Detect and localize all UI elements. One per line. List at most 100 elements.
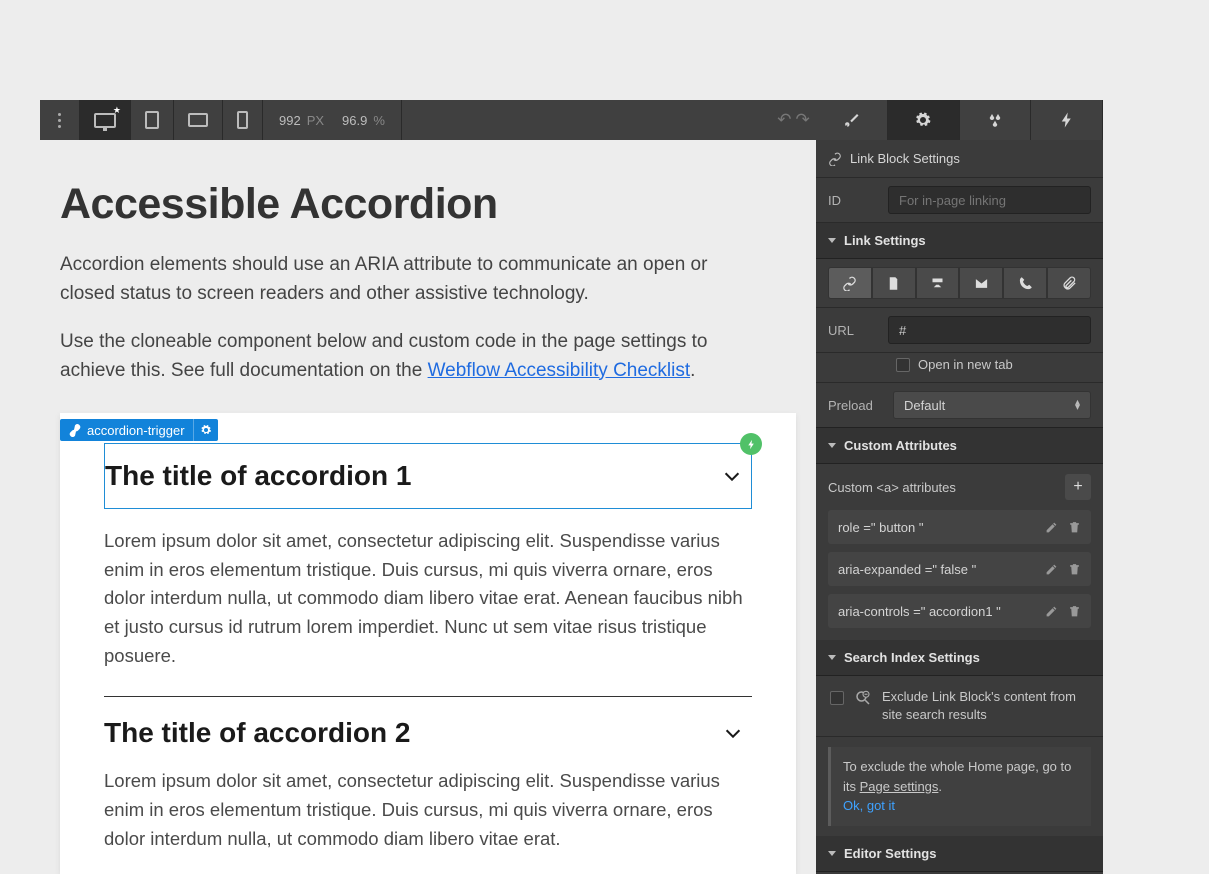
tab-style[interactable] <box>816 100 888 140</box>
preload-label: Preload <box>828 398 883 413</box>
caret-down-icon <box>828 443 836 448</box>
link-icon <box>828 152 842 166</box>
checkbox[interactable] <box>896 358 910 372</box>
link-type-email[interactable] <box>959 267 1003 299</box>
intro-text-end: . <box>690 360 695 381</box>
device-desktop[interactable] <box>80 100 131 140</box>
bolt-icon <box>1058 111 1076 129</box>
canvas-width: 992 <box>279 113 301 128</box>
phone-icon <box>237 111 248 129</box>
checklist-link[interactable]: Webflow Accessibility Checklist <box>428 360 691 381</box>
selection-badge-label: accordion-trigger <box>87 423 185 438</box>
selection-gear-button[interactable] <box>193 419 218 441</box>
page-icon <box>886 276 901 291</box>
accordion-trigger-2[interactable]: The title of accordion 2 <box>104 697 752 767</box>
editor-settings-header[interactable]: Editor Settings <box>816 836 1103 872</box>
device-phone[interactable] <box>223 100 263 140</box>
interaction-badge[interactable] <box>740 433 762 455</box>
phone-icon <box>1018 276 1033 291</box>
info-text-b: . <box>938 779 942 794</box>
tab-interactions[interactable] <box>1031 100 1103 140</box>
edit-icon[interactable] <box>1045 605 1058 618</box>
menu-dots[interactable] <box>40 100 80 140</box>
device-tablet-landscape[interactable] <box>174 100 223 140</box>
attribute-text: role =" button " <box>838 520 923 535</box>
top-toolbar: 992 PX 96.9 % ↶ ↷ ✓ Publish ⌄ <box>40 100 1103 140</box>
search-info-box: To exclude the whole Home page, go to it… <box>828 747 1091 826</box>
tablet-landscape-icon <box>188 113 208 127</box>
custom-attributes-label: Custom Attributes <box>844 438 957 453</box>
desktop-icon <box>94 113 116 128</box>
accordion-trigger-1[interactable]: The title of accordion 1 <box>104 443 752 509</box>
edit-icon[interactable] <box>1045 521 1058 534</box>
editor-settings-label: Editor Settings <box>844 846 936 861</box>
attribute-text: aria-expanded =" false " <box>838 562 976 577</box>
undo-button[interactable]: ↶ <box>777 110 791 130</box>
exclude-label: Exclude Link Block's content from site s… <box>882 688 1089 724</box>
exclude-search-row[interactable]: Exclude Link Block's content from site s… <box>816 676 1103 737</box>
open-new-tab-row[interactable]: Open in new tab <box>816 353 1103 383</box>
attribute-text: aria-controls =" accordion1 " <box>838 604 1001 619</box>
zoom-value: 96.9 <box>342 113 367 128</box>
redo-button[interactable]: ↷ <box>795 110 809 130</box>
brush-icon <box>842 111 860 129</box>
gear-icon <box>914 111 932 129</box>
add-attribute-button[interactable]: + <box>1065 474 1091 500</box>
tab-settings[interactable] <box>888 100 960 140</box>
caret-down-icon <box>828 655 836 660</box>
zoom-unit: % <box>373 113 385 128</box>
canvas-unit: PX <box>307 113 324 128</box>
canvas[interactable]: Accessible Accordion Accordion elements … <box>40 140 816 874</box>
selection-badge[interactable]: accordion-trigger <box>60 419 218 441</box>
device-tablet[interactable] <box>131 100 174 140</box>
preload-row: Preload Default ▴▾ <box>816 383 1103 428</box>
tablet-icon <box>145 111 159 129</box>
checkbox[interactable] <box>830 691 844 705</box>
right-panel-tabs <box>816 100 1103 140</box>
link-type-tabs <box>816 259 1103 308</box>
link-icon <box>842 276 857 291</box>
url-field-row: URL <box>816 308 1103 353</box>
attribute-row[interactable]: role =" button " <box>828 510 1091 544</box>
accordion-1-title: The title of accordion 1 <box>105 460 411 492</box>
page-settings-link[interactable]: Page settings <box>860 779 939 794</box>
caret-down-icon <box>828 851 836 856</box>
link-type-file[interactable] <box>1047 267 1091 299</box>
select-caret-icon: ▴▾ <box>1075 400 1080 410</box>
link-type-phone[interactable] <box>1003 267 1047 299</box>
id-input[interactable] <box>888 186 1091 214</box>
accordion-1-body: Lorem ipsum dolor sit amet, consectetur … <box>104 509 752 692</box>
link-type-page[interactable] <box>872 267 916 299</box>
tab-interactions-list[interactable] <box>960 100 1032 140</box>
preload-select[interactable]: Default ▴▾ <box>893 391 1091 419</box>
link-icon <box>68 423 82 437</box>
id-field-row: ID <box>816 178 1103 223</box>
search-index-header[interactable]: Search Index Settings <box>816 640 1103 676</box>
custom-attributes-header[interactable]: Custom Attributes <box>816 428 1103 464</box>
chevron-down-icon <box>721 465 743 487</box>
ok-got-it-link[interactable]: Ok, got it <box>843 798 895 813</box>
caret-down-icon <box>828 238 836 243</box>
intro-paragraph-1: Accordion elements should use an ARIA at… <box>60 251 760 308</box>
drops-icon <box>986 111 1004 129</box>
trash-icon[interactable] <box>1068 521 1081 534</box>
email-icon <box>974 276 989 291</box>
attribute-row[interactable]: aria-controls =" accordion1 " <box>828 594 1091 628</box>
link-type-url[interactable] <box>828 267 872 299</box>
link-settings-header[interactable]: Link Settings <box>816 223 1103 259</box>
edit-icon[interactable] <box>1045 563 1058 576</box>
trash-icon[interactable] <box>1068 563 1081 576</box>
search-exclude-icon <box>854 689 872 707</box>
panel-header: Link Block Settings <box>816 140 1103 178</box>
open-new-tab-label: Open in new tab <box>918 357 1013 372</box>
link-type-section[interactable] <box>916 267 960 299</box>
attribute-row[interactable]: aria-expanded =" false " <box>828 552 1091 586</box>
chevron-down-icon <box>722 722 744 744</box>
trash-icon[interactable] <box>1068 605 1081 618</box>
custom-attr-subheader: Custom <a> attributes + <box>816 464 1103 510</box>
url-input[interactable] <box>888 316 1091 344</box>
url-label: URL <box>828 323 878 338</box>
page-title: Accessible Accordion <box>60 180 796 229</box>
bolt-icon <box>746 439 757 450</box>
attachment-icon <box>1062 276 1077 291</box>
